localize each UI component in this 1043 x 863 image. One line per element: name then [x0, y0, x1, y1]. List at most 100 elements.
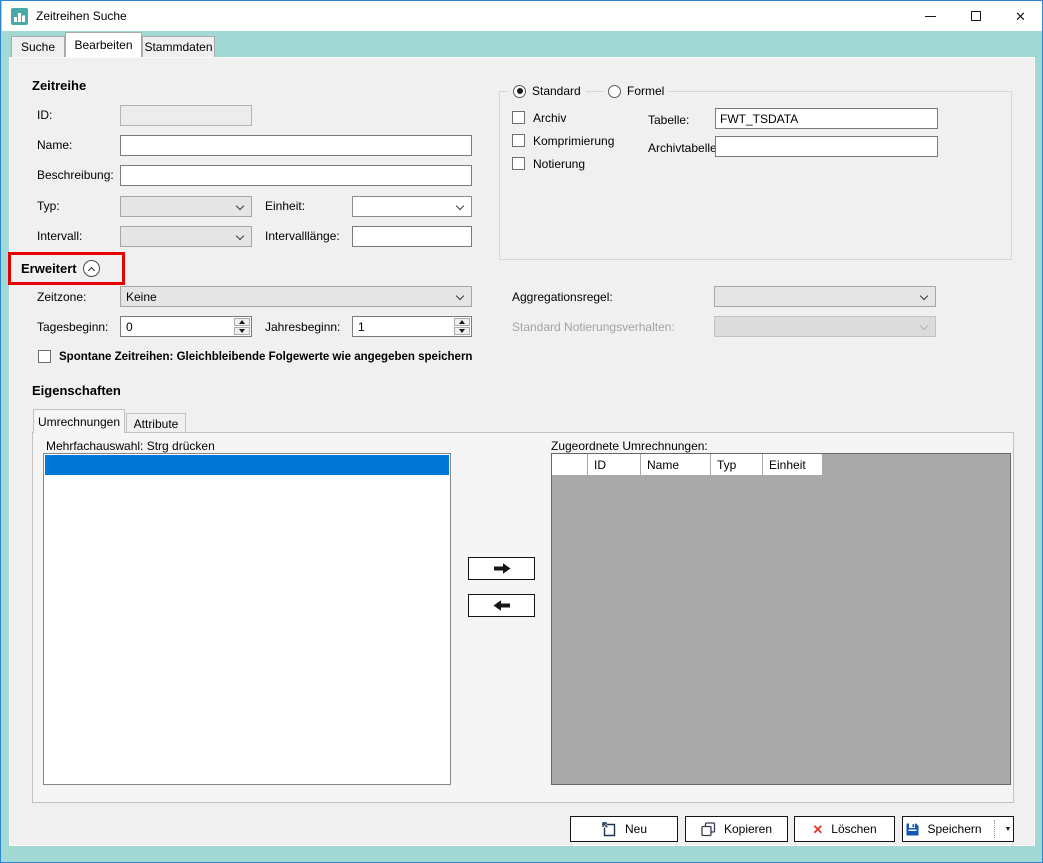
archivtabelle-label: Archivtabelle: — [648, 141, 720, 155]
maximize-icon — [971, 11, 981, 21]
intervalllaenge-field[interactable] — [352, 226, 472, 247]
spontane-label: Spontane Zeitreihen: Gleichbleibende Fol… — [59, 351, 472, 363]
speichern-label: Speichern — [928, 822, 982, 836]
kopieren-button[interactable]: Kopieren — [685, 816, 788, 842]
window-controls: ✕ — [908, 1, 1043, 31]
application-window: Zeitreihen Suche ✕ Suche Bearbeiten Stam… — [0, 0, 1043, 863]
aggregationsregel-dropdown[interactable] — [714, 286, 936, 307]
spin-up-button[interactable] — [234, 318, 250, 326]
komprimierung-checkbox[interactable] — [512, 134, 525, 147]
name-label: Name: — [37, 138, 72, 152]
chevron-down-icon — [236, 232, 244, 240]
chevron-up-icon — [88, 266, 95, 273]
window-title: Zeitreihen Suche — [36, 9, 127, 23]
collapse-button[interactable] — [83, 260, 100, 277]
spin-down-button[interactable] — [234, 327, 250, 335]
beschreibung-field[interactable] — [120, 165, 472, 186]
move-left-button[interactable] — [468, 594, 535, 617]
notierung-checkbox[interactable] — [512, 157, 525, 170]
radio-standard[interactable]: Standard — [508, 84, 586, 98]
tagesbeginn-value: 0 — [126, 320, 133, 334]
zugeordnete-table[interactable]: ID Name Typ Einheit — [551, 453, 1011, 785]
spin-up-button[interactable] — [454, 318, 470, 326]
table-header-row: ID Name Typ Einheit — [552, 454, 1010, 475]
new-document-icon — [601, 821, 617, 837]
zeitzone-value: Keine — [126, 290, 157, 304]
notierungsverhalten-dropdown — [714, 316, 936, 337]
tagesbeginn-label: Tagesbeginn: — [37, 320, 108, 334]
intervall-dropdown — [120, 226, 252, 247]
archivtabelle-field[interactable] — [715, 136, 938, 157]
aggregationsregel-label: Aggregationsregel: — [512, 290, 613, 304]
tab-suche-label: Suche — [21, 40, 55, 54]
tab-umrechnungen[interactable]: Umrechnungen — [33, 409, 125, 433]
jahresbeginn-stepper[interactable]: 1 — [352, 316, 472, 337]
table-header-selector[interactable] — [552, 454, 588, 475]
listbox-selected-row[interactable] — [45, 455, 449, 475]
umrechnungen-panel: Mehrfachauswahl: Strg drücken Zugeordnet… — [32, 432, 1014, 803]
komprimierung-label: Komprimierung — [533, 134, 614, 148]
tab-umrechnungen-label: Umrechnungen — [38, 415, 120, 429]
mehrfachauswahl-label: Mehrfachauswahl: Strg drücken — [46, 439, 215, 453]
eigenschaften-heading: Eigenschaften — [32, 383, 121, 398]
move-right-button[interactable] — [468, 557, 535, 580]
name-field[interactable] — [120, 135, 472, 156]
table-header-name[interactable]: Name — [641, 454, 711, 475]
radio-formel-label: Formel — [627, 84, 664, 98]
radio-formel-icon[interactable] — [608, 85, 621, 98]
table-header-einheit[interactable]: Einheit — [763, 454, 823, 475]
bearbeiten-panel: Zeitreihe ID: Name: Beschreibung: Typ: E… — [9, 57, 1035, 846]
chevron-down-icon — [920, 322, 928, 330]
chevron-down-icon — [456, 292, 464, 300]
intervalllaenge-label: Intervalllänge: — [265, 229, 340, 243]
split-button-separator — [994, 820, 995, 838]
jahresbeginn-label: Jahresbeginn: — [265, 320, 340, 334]
typ-label: Typ: — [37, 199, 60, 213]
tabelle-label: Tabelle: — [648, 113, 689, 127]
einheit-label: Einheit: — [265, 199, 305, 213]
maximize-button[interactable] — [953, 1, 998, 31]
zeitzone-dropdown[interactable]: Keine — [120, 286, 472, 307]
copy-icon — [701, 822, 716, 837]
zeitzone-label: Zeitzone: — [37, 290, 86, 304]
erweitert-heading: Erweitert — [21, 261, 77, 276]
triangle-down-icon — [459, 329, 465, 333]
tab-attribute-label: Attribute — [134, 417, 179, 431]
quelle-groupbox: Standard Formel Archiv Komprimierung Not… — [499, 91, 1012, 260]
neu-label: Neu — [625, 822, 647, 836]
tab-bearbeiten[interactable]: Bearbeiten — [65, 32, 142, 57]
tab-bearbeiten-label: Bearbeiten — [74, 38, 132, 52]
close-button[interactable]: ✕ — [998, 1, 1043, 31]
spin-down-button[interactable] — [454, 327, 470, 335]
id-label: ID: — [37, 108, 52, 122]
minimize-button[interactable] — [908, 1, 953, 31]
radio-standard-icon[interactable] — [513, 85, 526, 98]
tab-stammdaten[interactable]: Stammdaten — [142, 36, 215, 57]
chevron-down-icon — [920, 292, 928, 300]
archiv-checkbox[interactable] — [512, 111, 525, 124]
einheit-dropdown[interactable] — [352, 196, 472, 217]
radio-formel[interactable]: Formel — [603, 84, 669, 98]
chevron-down-icon — [236, 202, 244, 210]
umrechnungen-listbox[interactable] — [43, 453, 451, 785]
speichern-dropdown-arrow[interactable]: ▼ — [1005, 826, 1012, 833]
tagesbeginn-stepper[interactable]: 0 — [120, 316, 252, 337]
neu-button[interactable]: Neu — [570, 816, 678, 842]
kopieren-label: Kopieren — [724, 822, 772, 836]
tabelle-field[interactable] — [715, 108, 938, 129]
notierungsverhalten-label: Standard Notierungsverhalten: — [512, 320, 675, 334]
tab-stammdaten-label: Stammdaten — [144, 40, 212, 54]
table-header-id[interactable]: ID — [588, 454, 641, 475]
tab-suche[interactable]: Suche — [11, 36, 65, 57]
minimize-icon — [925, 16, 936, 17]
triangle-down-icon — [239, 329, 245, 333]
radio-standard-label: Standard — [532, 84, 581, 98]
spontane-checkbox[interactable] — [38, 350, 51, 363]
tab-attribute[interactable]: Attribute — [126, 413, 186, 433]
table-header-typ[interactable]: Typ — [711, 454, 763, 475]
loeschen-button[interactable]: ✕ Löschen — [794, 816, 895, 842]
delete-x-icon: ✕ — [812, 823, 823, 836]
app-icon — [11, 8, 28, 25]
speichern-button[interactable]: Speichern ▼ — [902, 816, 1014, 842]
chevron-down-icon — [456, 202, 464, 210]
